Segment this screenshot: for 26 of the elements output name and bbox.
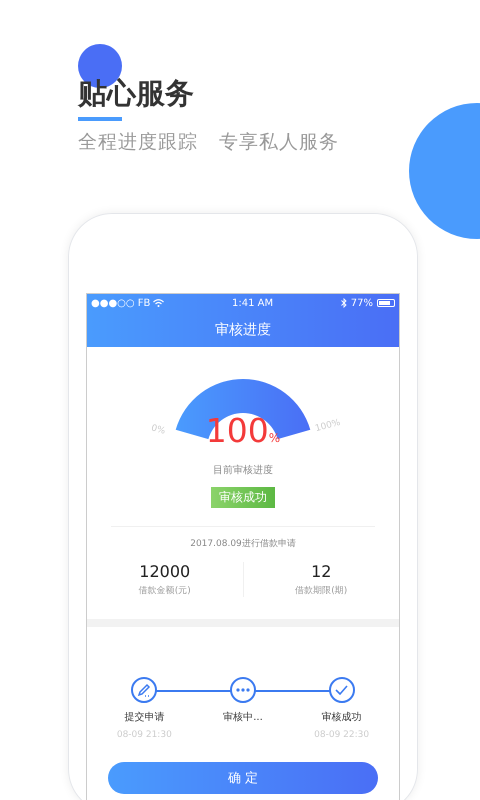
- stat-label: 借款金额(元): [138, 584, 191, 597]
- battery-icon: [376, 299, 395, 307]
- confirm-button[interactable]: 确 定: [108, 762, 378, 794]
- step-label: 审核成功: [322, 710, 362, 724]
- check-icon: [335, 685, 348, 695]
- bluetooth-icon: [340, 298, 347, 308]
- application-date: 2017.08.09进行借款申请: [189, 538, 297, 550]
- step-label: 提交申请: [124, 710, 164, 724]
- carrier-text: ●●●○○ FB: [91, 298, 150, 308]
- more-icon: [236, 688, 250, 692]
- title-underline: [78, 117, 122, 121]
- status-badge: 审核成功: [211, 487, 275, 508]
- progress-caption: 目前审核进度: [213, 464, 273, 477]
- progress-value: 100: [206, 413, 269, 449]
- percent-unit: %: [268, 431, 280, 445]
- status-time: 1:41 AM: [232, 298, 274, 308]
- wifi-icon: [153, 299, 164, 307]
- pencil-icon: [137, 683, 152, 697]
- screen-title: 审核进度: [215, 320, 271, 338]
- step-label: 审核中...: [223, 710, 263, 724]
- stat-value: 12000: [139, 562, 190, 581]
- stat-label: 借款期限(期): [295, 584, 348, 597]
- page-subtitle: 全程进度跟踪 专享私人服务: [78, 130, 340, 155]
- page-title: 贴心服务: [78, 75, 195, 112]
- stat-value: 12: [311, 562, 332, 581]
- battery-percent: 77%: [350, 298, 373, 308]
